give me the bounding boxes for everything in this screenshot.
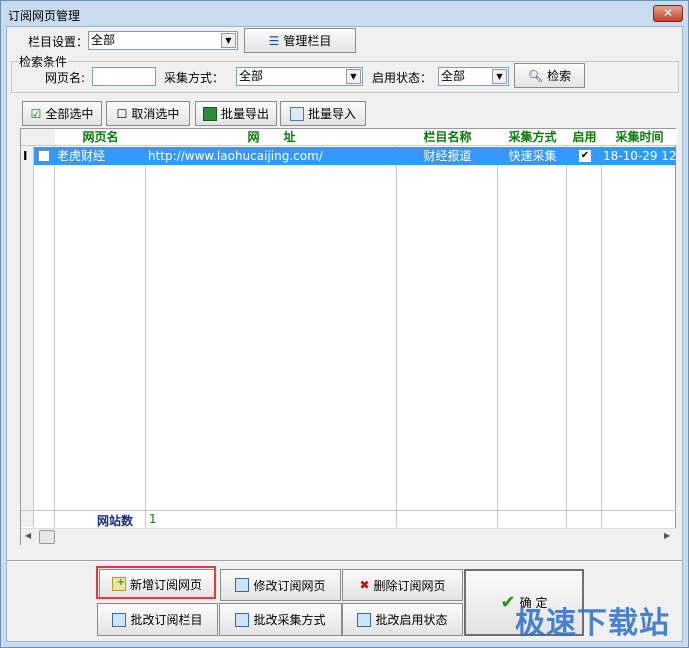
enabled-checkbox[interactable]: ✔ <box>579 150 591 162</box>
batch-status-button[interactable]: 批改启用状态 <box>342 603 463 636</box>
manage-columns-button[interactable]: ☰ 管理栏目 <box>244 28 356 53</box>
import-icon <box>289 106 304 121</box>
row-checkbox[interactable] <box>38 150 50 162</box>
edit-icon <box>112 612 127 627</box>
manage-columns-label: 管理栏目 <box>283 34 332 48</box>
edit-icon <box>235 578 250 592</box>
batch-method-button[interactable]: 批改采集方式 <box>219 603 342 636</box>
scroll-right-icon[interactable]: ▶ <box>664 531 670 540</box>
horizontal-scrollbar[interactable]: ◀ ▶ <box>21 528 676 545</box>
delete-page-label: 删除订阅网页 <box>373 578 446 593</box>
header-column-name[interactable]: 栏目名称 <box>397 129 498 146</box>
cell-url: http://www.laohucaijing.com/ <box>148 149 323 163</box>
checkbox-empty-icon: ☐ <box>116 106 128 121</box>
delete-page-button[interactable]: ✖ 删除订阅网页 <box>342 569 463 601</box>
search-button-label: 检索 <box>547 69 572 83</box>
page-name-label: 网页名: <box>45 71 86 85</box>
import-button[interactable]: 批量导入 <box>280 101 366 126</box>
method-value: 全部 <box>239 69 264 83</box>
scroll-thumb[interactable] <box>39 530 55 544</box>
cell-column: 财经报道 <box>423 149 472 163</box>
batch-status-label: 批改启用状态 <box>375 613 448 627</box>
subscription-table: 网页名 网 址 栏目名称 采集方式 启用 采集时间 I 老虎财经 http://… <box>20 128 677 545</box>
header-page-name[interactable]: 网页名 <box>55 129 146 146</box>
close-button[interactable]: ✕ <box>653 5 683 22</box>
deselect-label: 取消选中 <box>131 107 180 121</box>
cell-time: 18-10-29 12:0 <box>603 149 676 163</box>
window-title: 订阅网页管理 <box>8 9 81 23</box>
edit-page-label: 修改订阅网页 <box>253 578 326 593</box>
status-label: 启用状态： <box>372 71 433 85</box>
cell-method: 快速采集 <box>508 149 557 163</box>
select-all-button[interactable]: ☑ 全部选中 <box>22 101 102 126</box>
row-cursor-icon: I <box>23 149 28 163</box>
cell-name: 老虎财经 <box>57 149 106 163</box>
batch-method-label: 批改采集方式 <box>253 613 326 627</box>
chevron-down-icon: ▼ <box>221 33 236 48</box>
status-value: 全部 <box>441 69 466 83</box>
batch-column-button[interactable]: 批改订阅栏目 <box>97 603 218 636</box>
select-all-label: 全部选中 <box>45 107 94 121</box>
checkbox-checked-icon: ☑ <box>30 106 42 121</box>
delete-icon: ✖ <box>359 578 370 592</box>
method-label: 采集方式： <box>164 71 225 85</box>
header-method[interactable]: 采集方式 <box>498 129 567 146</box>
status-select[interactable]: 全部 ▼ <box>438 67 509 86</box>
highlight-box <box>96 566 216 599</box>
export-label: 批量导出 <box>220 107 269 121</box>
watermark: 极速下载站 <box>515 606 670 641</box>
chevron-down-icon: ▼ <box>346 69 361 84</box>
page-name-input[interactable] <box>92 67 156 86</box>
search-group-title: 检索条件 <box>18 53 69 70</box>
column-settings-select[interactable]: 全部 ▼ <box>88 31 238 50</box>
deselect-button[interactable]: ☐ 取消选中 <box>106 101 190 126</box>
edit-icon <box>235 612 250 627</box>
method-select[interactable]: 全部 ▼ <box>236 67 363 86</box>
export-button[interactable]: 批量导出 <box>195 101 277 126</box>
edit-page-button[interactable]: 修改订阅网页 <box>220 569 341 601</box>
column-settings-label: 栏目设置： <box>28 35 89 49</box>
scroll-left-icon[interactable]: ◀ <box>25 531 31 540</box>
column-settings-value: 全部 <box>91 33 116 47</box>
batch-column-label: 批改订阅栏目 <box>130 613 203 627</box>
search-button[interactable]: 🔍︎ 检索 <box>514 63 585 88</box>
chevron-down-icon: ▼ <box>492 69 507 84</box>
import-label: 批量导入 <box>307 107 356 121</box>
header-enabled[interactable]: 启用 <box>567 129 602 146</box>
header-time[interactable]: 采集时间 <box>602 129 677 146</box>
edit-icon <box>357 612 372 627</box>
excel-icon <box>202 106 217 121</box>
search-icon: 🔍︎ <box>527 68 544 83</box>
header-url[interactable]: 网 址 <box>146 129 397 146</box>
checkmark-icon: ✔ <box>500 592 516 613</box>
footer-count: 1 <box>149 512 157 526</box>
list-icon: ☰ <box>268 33 280 48</box>
footer-label: 网站数 <box>97 514 134 528</box>
